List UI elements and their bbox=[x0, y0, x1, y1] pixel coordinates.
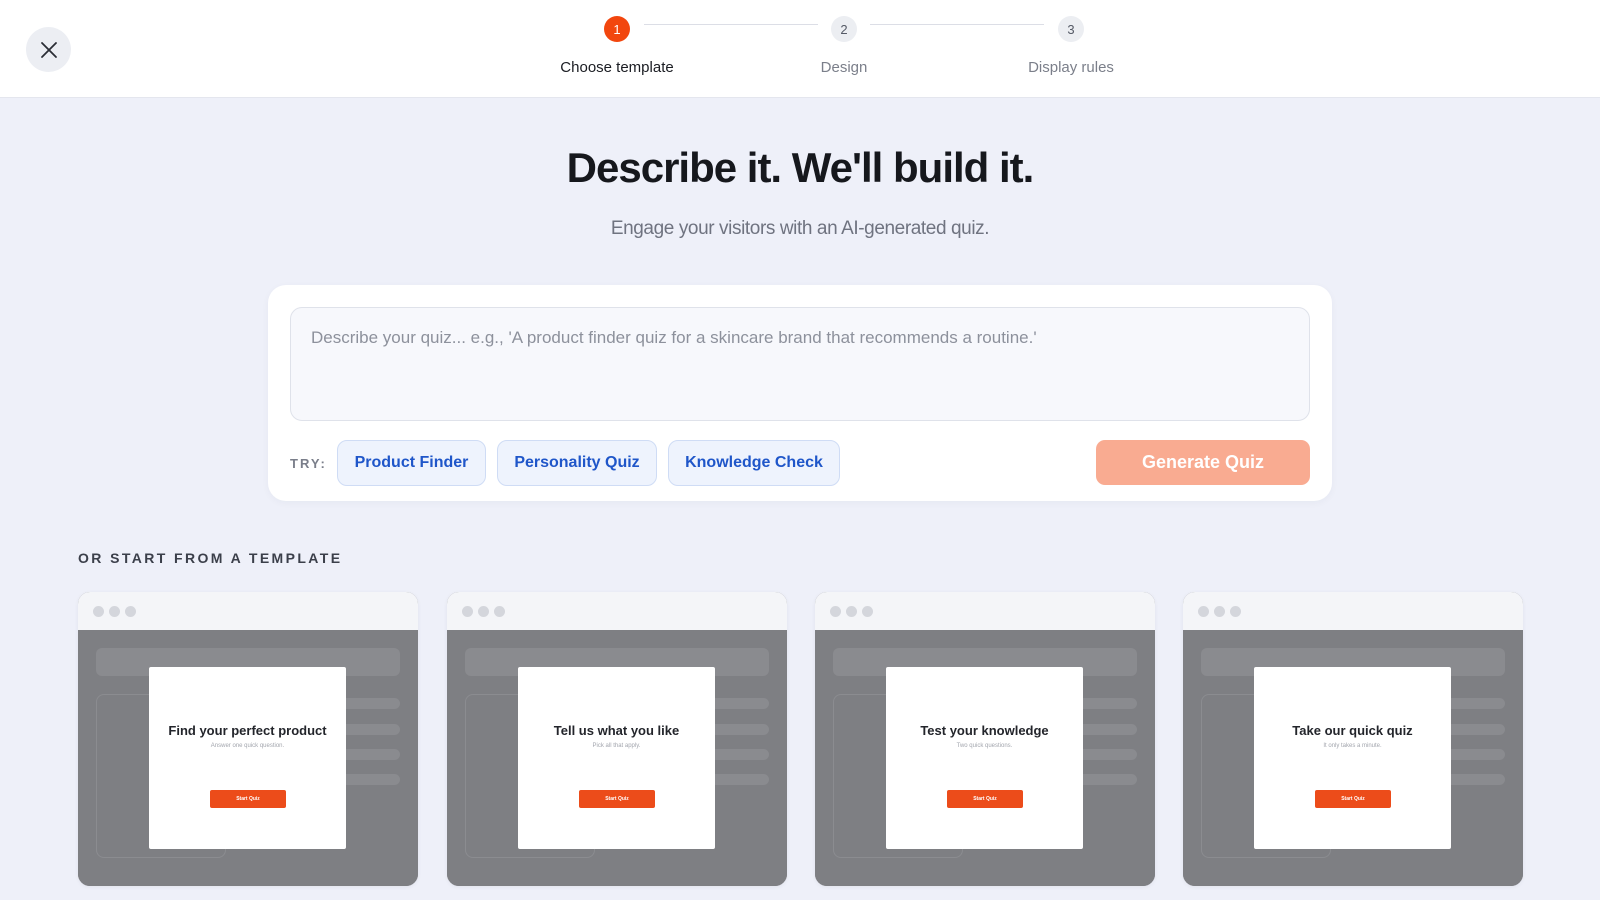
placeholder-bar bbox=[1445, 698, 1505, 709]
start-quiz-button: Start Quiz bbox=[210, 790, 286, 808]
window-dot bbox=[494, 606, 505, 617]
template-title: Test your knowledge bbox=[920, 723, 1049, 738]
template-preview: Take our quick quiz It only takes a minu… bbox=[1183, 630, 1523, 886]
template-preview: Test your knowledge Two quick questions.… bbox=[815, 630, 1155, 886]
placeholder-bar bbox=[340, 774, 400, 785]
window-dot bbox=[1230, 606, 1241, 617]
browser-chrome bbox=[78, 592, 418, 630]
template-card-quick-quiz[interactable]: Take our quick quiz It only takes a minu… bbox=[1183, 592, 1523, 886]
quiz-modal-preview: Tell us what you like Pick all that appl… bbox=[518, 667, 715, 849]
suggestion-chip-knowledge-check[interactable]: Knowledge Check bbox=[668, 440, 840, 486]
template-subtitle: Pick all that apply. bbox=[592, 743, 641, 749]
window-dot bbox=[1214, 606, 1225, 617]
placeholder-bar bbox=[340, 724, 400, 735]
template-card-knowledge[interactable]: Test your knowledge Two quick questions.… bbox=[815, 592, 1155, 886]
window-dot bbox=[1198, 606, 1209, 617]
template-preview: Find your perfect product Answer one qui… bbox=[78, 630, 418, 886]
placeholder-bar bbox=[340, 749, 400, 760]
step-connector bbox=[870, 24, 1044, 25]
template-subtitle: It only takes a minute. bbox=[1323, 743, 1382, 749]
placeholder-bar bbox=[1077, 698, 1137, 709]
window-dot bbox=[109, 606, 120, 617]
template-subtitle: Two quick questions. bbox=[956, 743, 1013, 749]
template-card-preferences[interactable]: Tell us what you like Pick all that appl… bbox=[447, 592, 787, 886]
template-title: Take our quick quiz bbox=[1292, 723, 1413, 738]
step-3-label[interactable]: Display rules bbox=[971, 59, 1171, 76]
template-card-product-finder[interactable]: Find your perfect product Answer one qui… bbox=[78, 592, 418, 886]
quiz-prompt-card: TRY: Product Finder Personality Quiz Kno… bbox=[268, 285, 1332, 501]
start-quiz-button: Start Quiz bbox=[579, 790, 655, 808]
start-quiz-button: Start Quiz bbox=[947, 790, 1023, 808]
quiz-modal-preview: Test your knowledge Two quick questions.… bbox=[886, 667, 1083, 849]
window-dot bbox=[462, 606, 473, 617]
step-1-indicator[interactable]: 1 bbox=[604, 16, 630, 42]
quiz-modal-preview: Take our quick quiz It only takes a minu… bbox=[1254, 667, 1451, 849]
placeholder-bar bbox=[1077, 749, 1137, 760]
placeholder-bar bbox=[1445, 749, 1505, 760]
template-title: Tell us what you like bbox=[553, 723, 680, 738]
top-bar: 1 2 3 Choose template Design Display rul… bbox=[0, 0, 1600, 98]
placeholder-bar bbox=[709, 724, 769, 735]
window-dot bbox=[125, 606, 136, 617]
step-2-label[interactable]: Design bbox=[744, 59, 944, 76]
suggestion-chip-personality-quiz[interactable]: Personality Quiz bbox=[497, 440, 657, 486]
stepper: 1 2 3 Choose template Design Display rul… bbox=[0, 0, 1600, 98]
template-subtitle: Answer one quick question. bbox=[210, 743, 285, 749]
template-preview: Tell us what you like Pick all that appl… bbox=[447, 630, 787, 886]
window-dot bbox=[93, 606, 104, 617]
quiz-description-input[interactable] bbox=[290, 307, 1310, 421]
placeholder-bar bbox=[709, 774, 769, 785]
template-title: Find your perfect product bbox=[168, 723, 327, 738]
window-dot bbox=[830, 606, 841, 617]
try-label: TRY: bbox=[290, 456, 327, 471]
browser-chrome bbox=[815, 592, 1155, 630]
placeholder-bar bbox=[1077, 774, 1137, 785]
placeholder-bar bbox=[1077, 724, 1137, 735]
quiz-modal-preview: Find your perfect product Answer one qui… bbox=[149, 667, 346, 849]
placeholder-bar bbox=[1445, 774, 1505, 785]
step-2-indicator[interactable]: 2 bbox=[831, 16, 857, 42]
placeholder-bar bbox=[340, 698, 400, 709]
window-dot bbox=[846, 606, 857, 617]
start-quiz-button: Start Quiz bbox=[1315, 790, 1391, 808]
window-dot bbox=[862, 606, 873, 617]
placeholder-bar bbox=[1445, 724, 1505, 735]
step-connector bbox=[644, 24, 818, 25]
generate-quiz-button[interactable]: Generate Quiz bbox=[1096, 440, 1310, 485]
step-3-indicator[interactable]: 3 bbox=[1058, 16, 1084, 42]
templates-heading: OR START FROM A TEMPLATE bbox=[78, 550, 343, 566]
page-subtitle: Engage your visitors with an AI-generate… bbox=[610, 218, 990, 239]
step-1-label[interactable]: Choose template bbox=[517, 59, 717, 76]
placeholder-bar bbox=[709, 749, 769, 760]
window-dot bbox=[478, 606, 489, 617]
suggestion-chip-product-finder[interactable]: Product Finder bbox=[337, 440, 486, 486]
placeholder-bar bbox=[709, 698, 769, 709]
browser-chrome bbox=[1183, 592, 1523, 630]
browser-chrome bbox=[447, 592, 787, 630]
page-title: Describe it. We'll build it. bbox=[566, 144, 1035, 191]
